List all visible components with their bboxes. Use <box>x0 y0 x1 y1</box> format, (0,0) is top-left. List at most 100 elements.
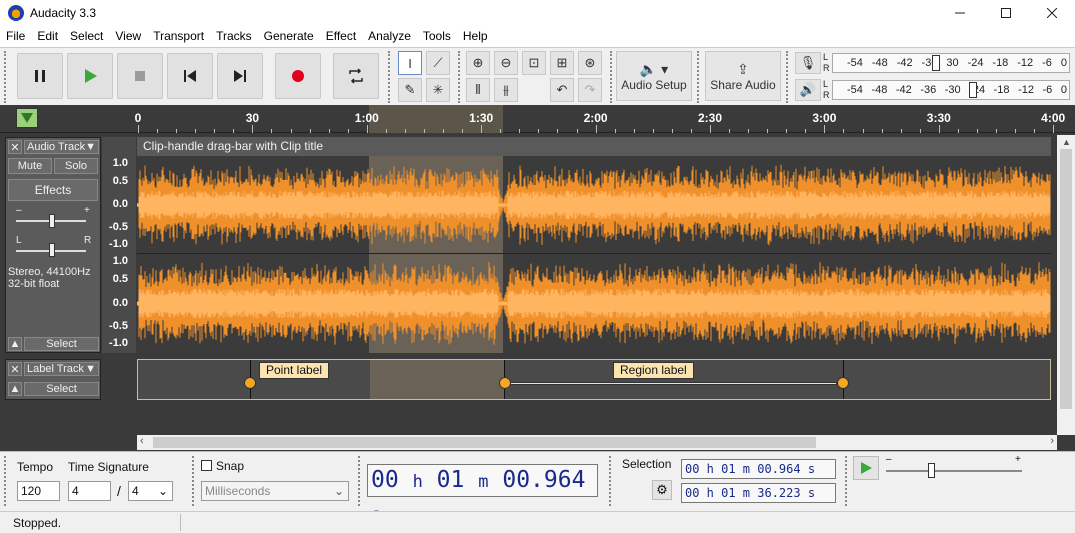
audio-clip[interactable]: Clip-handle drag-bar with Clip title <box>137 137 1051 353</box>
play-at-speed-button[interactable] <box>853 456 879 480</box>
zoom-toggle-button[interactable]: ⊛ <box>578 51 602 75</box>
label-track-close-button[interactable]: ✕ <box>8 362 22 376</box>
snap-grip[interactable] <box>192 456 198 506</box>
menu-generate[interactable]: Generate <box>258 26 320 47</box>
envelope-tool[interactable]: ⟋ <box>426 51 450 75</box>
horizontal-scrollbar[interactable]: ‹ › <box>137 435 1057 450</box>
scroll-right-icon[interactable]: › <box>1050 435 1054 447</box>
zoom-out-button[interactable]: ⊖ <box>494 51 518 75</box>
track-name-menu[interactable]: Audio Track ▼ <box>24 140 99 154</box>
point-label-handle[interactable] <box>244 377 256 389</box>
timeline-tick <box>900 129 902 133</box>
minimize-button[interactable] <box>937 0 983 26</box>
track-close-button[interactable]: ✕ <box>8 140 22 154</box>
record-button[interactable] <box>275 53 321 99</box>
menu-edit[interactable]: Edit <box>31 26 64 47</box>
trim-button[interactable]: ⫴ <box>466 78 490 102</box>
timeline-options-button[interactable] <box>16 108 38 128</box>
play-at-speed-grip[interactable] <box>845 456 851 506</box>
chevron-down-icon: ⌄ <box>157 484 168 498</box>
selection-grip[interactable] <box>609 456 615 506</box>
meter-grip[interactable] <box>786 51 792 103</box>
point-label[interactable]: Point label <box>259 362 330 379</box>
toolbar-grip[interactable] <box>4 51 10 103</box>
menu-view[interactable]: View <box>109 26 147 47</box>
silence-button[interactable]: ⫵ <box>494 78 518 102</box>
collapse-track-button[interactable]: ▲ <box>8 337 22 351</box>
selection-tool[interactable]: Ι <box>398 51 422 75</box>
amplitude-ruler[interactable]: 1.0 0.5 0.0 -0.5 -1.0 1.0 0.5 0.0 -0.5 -… <box>102 137 136 353</box>
record-meter-button[interactable]: 🎙 <box>795 52 821 74</box>
ruler-tick: -1.0 <box>109 337 128 349</box>
selection-end-field[interactable]: 00 h 01 m 36.223 s <box>681 483 836 503</box>
play-button[interactable] <box>67 53 113 99</box>
solo-button[interactable]: Solo <box>54 158 98 174</box>
menu-file[interactable]: File <box>0 26 31 47</box>
gain-slider-thumb[interactable] <box>49 214 55 228</box>
close-icon: ✕ <box>10 141 20 154</box>
maximize-button[interactable] <box>983 0 1029 26</box>
zoom-in-button[interactable]: ⊕ <box>466 51 490 75</box>
menu-analyze[interactable]: Analyze <box>362 26 417 47</box>
audio-setup-button[interactable]: 🔈 ▾ Audio Setup <box>616 51 692 101</box>
label-track-area[interactable]: Point label Region label <box>137 359 1051 400</box>
playback-meter-slider[interactable] <box>969 82 977 98</box>
loop-button[interactable] <box>333 53 379 99</box>
stop-button[interactable] <box>117 53 163 99</box>
tempo-input[interactable]: 120 <box>17 481 60 501</box>
fit-project-button[interactable]: ⊞ <box>550 51 574 75</box>
region-end-handle[interactable] <box>837 377 849 389</box>
record-meter-slider[interactable] <box>932 55 940 71</box>
label-track-name-menu[interactable]: Label Track ▼ <box>24 362 99 376</box>
timeline-tick <box>748 129 750 133</box>
playback-speed-thumb[interactable] <box>928 463 935 478</box>
snap-units-select[interactable]: Milliseconds ⌄ <box>201 481 349 501</box>
share-grip[interactable] <box>697 51 703 103</box>
time-sig-numerator[interactable]: 4 <box>68 481 111 501</box>
effects-button[interactable]: Effects <box>8 179 98 201</box>
region-label[interactable]: Region label <box>613 362 694 379</box>
playback-speed-slider[interactable] <box>886 470 1022 472</box>
selection-settings-button[interactable]: ⚙ <box>652 480 672 500</box>
menu-tools[interactable]: Tools <box>417 26 457 47</box>
vertical-scrollbar[interactable]: ▲ <box>1057 135 1075 435</box>
record-meter[interactable]: L R -54 -48 -42 -36 30 -24 -18 -12 -6 0 <box>823 52 1070 73</box>
draw-tool[interactable]: ✎ <box>398 78 422 102</box>
snap-checkbox[interactable] <box>201 460 212 471</box>
fit-selection-button[interactable]: ⊡ <box>522 51 546 75</box>
playback-meter-button[interactable]: 🔊 <box>795 79 821 101</box>
time-grip[interactable] <box>358 456 364 506</box>
multi-tool[interactable]: ✳ <box>426 78 450 102</box>
scrollbar-thumb[interactable] <box>153 437 816 448</box>
playback-meter[interactable]: L R -54 -48 -42 -36 -30 -24 -18 -12 -6 0 <box>823 79 1070 100</box>
scroll-up-icon[interactable]: ▲ <box>1062 137 1071 147</box>
selection-start-field[interactable]: 00 h 01 m 00.964 s <box>681 459 836 479</box>
time-sig-denominator[interactable]: 4 ⌄ <box>128 481 173 501</box>
region-start-handle[interactable] <box>499 377 511 389</box>
label-track-select-button[interactable]: Select <box>24 382 99 396</box>
pause-button[interactable] <box>17 53 63 99</box>
redo-button[interactable]: ↷ <box>578 78 602 102</box>
skip-to-start-button[interactable] <box>167 53 213 99</box>
skip-to-end-button[interactable] <box>217 53 263 99</box>
share-audio-button[interactable]: ⇪ Share Audio <box>705 51 781 101</box>
undo-button[interactable]: ↶ <box>550 78 574 102</box>
tools-grip[interactable] <box>388 51 394 103</box>
time-sig-grip[interactable] <box>4 456 10 506</box>
menu-help[interactable]: Help <box>457 26 494 47</box>
menu-tracks[interactable]: Tracks <box>210 26 258 47</box>
scroll-left-icon[interactable]: ‹ <box>140 435 144 447</box>
vscroll-thumb[interactable] <box>1060 149 1072 409</box>
menu-transport[interactable]: Transport <box>147 26 210 47</box>
label-collapse-button[interactable]: ▲ <box>8 382 22 396</box>
close-button[interactable] <box>1029 0 1075 26</box>
menu-select[interactable]: Select <box>64 26 109 47</box>
time-display[interactable]: 00 h 01 m 00.964 s <box>367 464 598 525</box>
mute-button[interactable]: Mute <box>8 158 52 174</box>
edit-grip[interactable] <box>458 51 464 103</box>
pan-slider-thumb[interactable] <box>49 243 55 257</box>
menu-effect[interactable]: Effect <box>320 26 362 47</box>
track-select-button[interactable]: Select <box>24 337 99 351</box>
timeline-tick <box>843 129 845 133</box>
timeline-ruler[interactable]: 0 30 1:00 1:30 2:00 2:30 3:00 3:30 4:00 <box>0 105 1075 133</box>
